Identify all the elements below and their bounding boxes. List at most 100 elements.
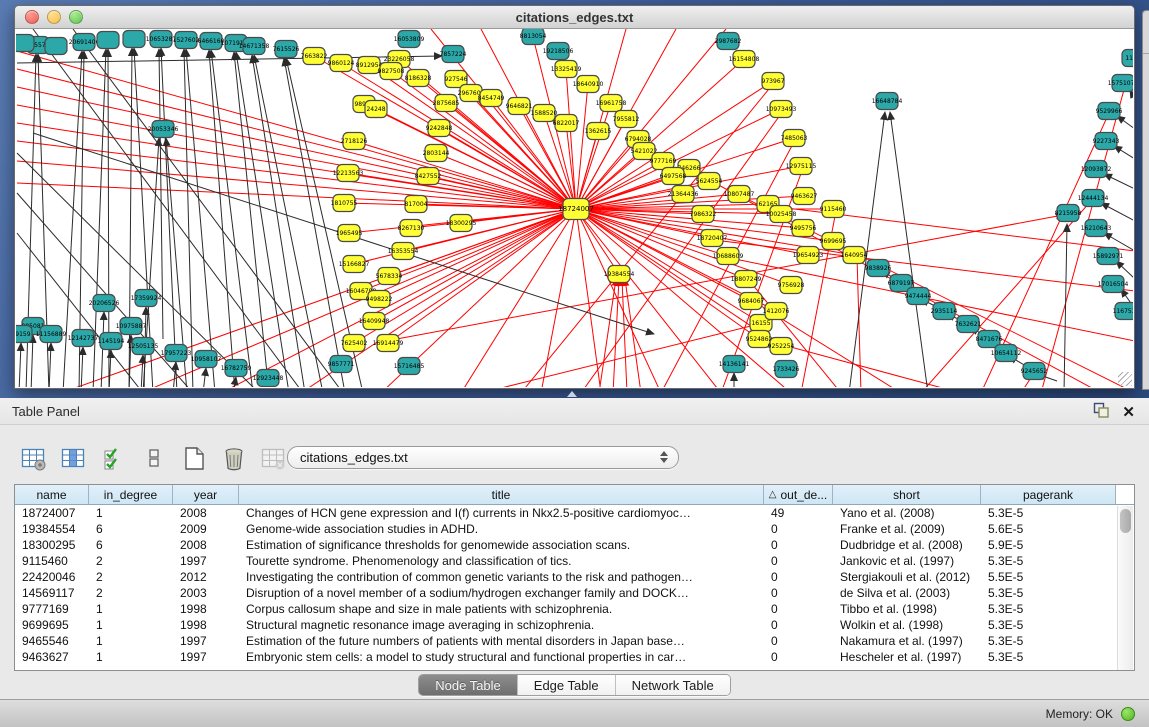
graph-node[interactable]: 16409948 — [359, 313, 390, 330]
tab-node-table[interactable]: Node Table — [419, 675, 518, 695]
graph-node[interactable]: 17359924 — [131, 290, 162, 307]
table-cell[interactable]: Stergiakouli et al. (2012) — [833, 569, 981, 585]
close-panel-icon[interactable]: ✕ — [1122, 404, 1135, 422]
graph-node[interactable]: 15166827 — [339, 256, 370, 273]
graph-node[interactable]: 6822017 — [553, 115, 580, 132]
table-row[interactable]: 911546021997Tourette syndrome. Phenomeno… — [15, 553, 1134, 569]
graph-node[interactable]: 7955812 — [613, 111, 640, 128]
graph-node[interactable]: 10025458 — [766, 206, 797, 223]
table-cell[interactable]: 0 — [764, 601, 833, 617]
graph-node[interactable]: 2803144 — [423, 145, 450, 162]
graph-node[interactable]: 18724007 — [558, 199, 594, 220]
table-cell[interactable]: 5.3E-5 — [981, 649, 1116, 665]
graph-node[interactable]: 1965495 — [336, 225, 363, 242]
graph-node[interactable]: 1640954 — [841, 247, 868, 264]
table-cell[interactable]: Wolkin et al. (1998) — [833, 617, 981, 633]
table-cell[interactable]: 5.3E-5 — [981, 633, 1116, 649]
table-cell[interactable]: de Silva et al. (2003) — [833, 585, 981, 601]
table-cell[interactable]: 1 — [89, 601, 173, 617]
table-cell[interactable]: 1 — [89, 505, 173, 521]
graph-node[interactable]: 15751074 — [1108, 75, 1133, 92]
graph-node[interactable]: 9242848 — [426, 120, 453, 137]
graph-node[interactable]: 7857224 — [440, 46, 467, 63]
graph-node[interactable]: 16210643 — [1081, 220, 1112, 237]
table-cell[interactable]: 22420046 — [15, 569, 89, 585]
graph-node[interactable]: 8813054 — [520, 29, 547, 45]
table-cell[interactable]: 1998 — [173, 601, 239, 617]
graph-node[interactable]: 10807487 — [724, 186, 755, 203]
memory-status-icon[interactable] — [1121, 707, 1135, 721]
table-cell[interactable]: 1 — [89, 633, 173, 649]
graph-node[interactable]: 8427552 — [415, 168, 442, 185]
table-row[interactable]: 1938455462009Genome-wide association stu… — [15, 521, 1134, 537]
table-cell[interactable]: 0 — [764, 521, 833, 537]
network-view[interactable]: 14055724 20691406 10653287 1527602 64661… — [16, 29, 1133, 387]
graph-node[interactable]: 2718126 — [341, 133, 368, 150]
float-window-icon[interactable] — [1093, 402, 1110, 424]
graph-node[interactable]: 5678334 — [376, 268, 403, 285]
scrollbar-thumb[interactable] — [1120, 509, 1131, 533]
table-cell[interactable]: 9699695 — [15, 617, 89, 633]
graph-node[interactable]: 15892971 — [1093, 248, 1124, 265]
graph-node[interactable]: 1527602 — [173, 32, 200, 49]
table-cell[interactable]: 5.5E-5 — [981, 569, 1116, 585]
graph-node[interactable]: 12213563 — [333, 165, 364, 182]
table-cell[interactable]: 2003 — [173, 585, 239, 601]
graph-node[interactable]: 19654923 — [793, 247, 824, 264]
row-height-icon[interactable] — [140, 445, 167, 472]
graph-node[interactable]: 8454749 — [478, 90, 505, 107]
graph-node[interactable]: 9474444 — [905, 288, 932, 305]
graph-node[interactable]: 9838926 — [865, 260, 892, 277]
graph-node[interactable]: 1362615 — [585, 123, 612, 140]
table-row[interactable]: 1830029562008Estimation of significance … — [15, 537, 1134, 553]
new-table-icon[interactable] — [180, 445, 207, 472]
graph-node[interactable]: 16961758 — [596, 95, 627, 112]
graph-node[interactable]: 817004 — [405, 196, 428, 213]
graph-node[interactable]: 21364436 — [668, 186, 699, 203]
graph-node[interactable]: 1810755 — [331, 195, 358, 212]
graph-node[interactable]: 7625402 — [341, 335, 368, 352]
column-header-out_de[interactable]: △out_de... — [764, 485, 833, 504]
table-cell[interactable]: 5.3E-5 — [981, 601, 1116, 617]
graph-node[interactable]: 19384554 — [604, 266, 635, 283]
table-cell[interactable]: 6 — [89, 521, 173, 537]
graph-node[interactable]: 8215958 — [1055, 205, 1082, 222]
column-header-short[interactable]: short — [833, 485, 981, 504]
table-cell[interactable]: 1997 — [173, 633, 239, 649]
graph-node[interactable]: 9252254 — [768, 338, 795, 355]
network-window-titlebar[interactable]: citations_edges.txt — [15, 6, 1134, 29]
table-cell[interactable]: 14569117 — [15, 585, 89, 601]
graph-node[interactable]: 7986322 — [690, 206, 717, 223]
graph-node[interactable]: 1145194 — [98, 333, 125, 350]
graph-node[interactable]: 7663822 — [301, 48, 328, 65]
table-cell[interactable]: 0 — [764, 585, 833, 601]
table-cell[interactable]: 18724007 — [15, 505, 89, 521]
graph-node[interactable]: 9860124 — [328, 55, 355, 72]
table-cell[interactable]: Jankovic et al. (1997) — [833, 553, 981, 569]
graph-node[interactable]: 2987682 — [715, 33, 742, 50]
table-cell[interactable]: Embryonic stem cells: a model to study s… — [239, 649, 764, 665]
table-cell[interactable]: Estimation of the future numbers of pati… — [239, 633, 764, 649]
table-cell[interactable]: Hescheler et al. (1997) — [833, 649, 981, 665]
table-cell[interactable]: 1997 — [173, 553, 239, 569]
graph-node[interactable]: 16914479 — [373, 335, 404, 352]
graph-node[interactable]: 9463627 — [791, 188, 818, 205]
table-row[interactable]: 977716911998Corpus callosum shape and si… — [15, 601, 1134, 617]
select-checks-icon[interactable] — [100, 445, 127, 472]
table-cell[interactable]: 0 — [764, 553, 833, 569]
table-cell[interactable]: 49 — [764, 505, 833, 521]
table-cell[interactable]: 0 — [764, 649, 833, 665]
graph-node[interactable]: 1588520 — [531, 105, 558, 122]
close-window-button[interactable] — [25, 10, 39, 24]
graph-node[interactable]: 10973493 — [766, 101, 797, 118]
graph-node[interactable]: 9498222 — [366, 291, 393, 308]
graph-node[interactable]: 12975115 — [786, 158, 817, 175]
tab-edge-table[interactable]: Edge Table — [518, 675, 616, 695]
graph-node[interactable]: 17957223 — [161, 345, 192, 362]
table-cell[interactable]: 9463627 — [15, 649, 89, 665]
graph-node[interactable]: 9699695 — [820, 233, 847, 250]
graph-node[interactable]: 1167534 — [1113, 303, 1133, 320]
graph-node[interactable]: 1412076 — [763, 303, 790, 320]
graph-node[interactable]: 9684067 — [738, 293, 765, 310]
graph-node[interactable]: 20053346 — [148, 121, 179, 138]
